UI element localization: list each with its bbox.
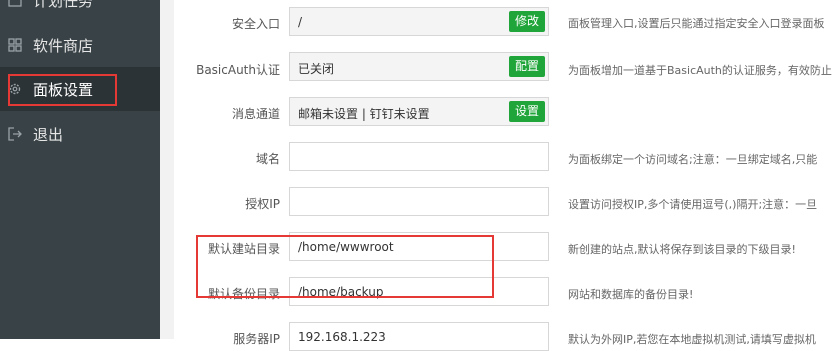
calendar-icon <box>8 0 22 7</box>
sidebar-item-label: 退出 <box>33 125 64 144</box>
sidebar-item-cron[interactable]: 计划任务 <box>0 0 160 22</box>
row-hint: 网站和数据库的备份目录! <box>568 288 694 301</box>
content-gutter <box>160 0 174 339</box>
modify-button[interactable]: 修改 <box>508 11 545 32</box>
row-label: 域名 <box>255 152 280 166</box>
row-hint: 面板管理入口,设置后只能通过指定安全入口登录面板 <box>568 17 825 30</box>
sidebar-item-label: 软件商店 <box>33 36 94 55</box>
logout-icon <box>8 127 22 141</box>
field-value: 已关闭 <box>298 62 335 76</box>
row-label: 消息通道 <box>231 107 280 121</box>
row-label: BasicAuth认证 <box>196 63 280 77</box>
highlight-box-directories <box>196 235 494 298</box>
row-label: 授权IP <box>245 197 280 211</box>
field-value: 邮箱未设置 | 钉钉未设置 <box>298 107 430 121</box>
row-hint: 为面板绑定一个访问域名;注意：一旦绑定域名,只能 <box>568 153 818 166</box>
sidebar-item-store[interactable]: 软件商店 <box>0 23 160 67</box>
row-hint: 新创建的站点,默认将保存到该目录的下级目录! <box>568 243 796 256</box>
configure-button[interactable]: 配置 <box>508 56 545 77</box>
highlight-box-sidebar <box>8 74 117 106</box>
sidebar-item-label: 计划任务 <box>33 0 94 10</box>
server-ip-input[interactable]: 192.168.1.223 <box>289 322 549 351</box>
setup-button[interactable]: 设置 <box>508 101 545 122</box>
row-label: 安全入口 <box>231 17 280 31</box>
basicauth-field: 已关闭 配置 <box>289 52 549 81</box>
sidebar: 计划任务 软件商店 面板设置 退出 <box>0 0 160 339</box>
field-value: / <box>298 15 303 29</box>
field-value: 192.168.1.223 <box>298 330 386 344</box>
message-channel-field: 邮箱未设置 | 钉钉未设置 设置 <box>289 97 549 126</box>
grid-icon <box>8 38 22 52</box>
authorized-ip-input[interactable] <box>289 187 549 216</box>
row-hint: 为面板增加一道基于BasicAuth的认证服务，有效防止 <box>568 64 832 77</box>
sidebar-item-logout[interactable]: 退出 <box>0 112 160 156</box>
row-hint: 默认为外网IP,若您在本地虚拟机测试,请填写虚拟机 <box>568 333 816 346</box>
row-hint: 设置访问授权IP,多个请使用逗号(,)隔开;注意：一旦 <box>568 198 818 211</box>
domain-input[interactable] <box>289 142 549 171</box>
security-entry-field: / 修改 <box>289 7 549 36</box>
